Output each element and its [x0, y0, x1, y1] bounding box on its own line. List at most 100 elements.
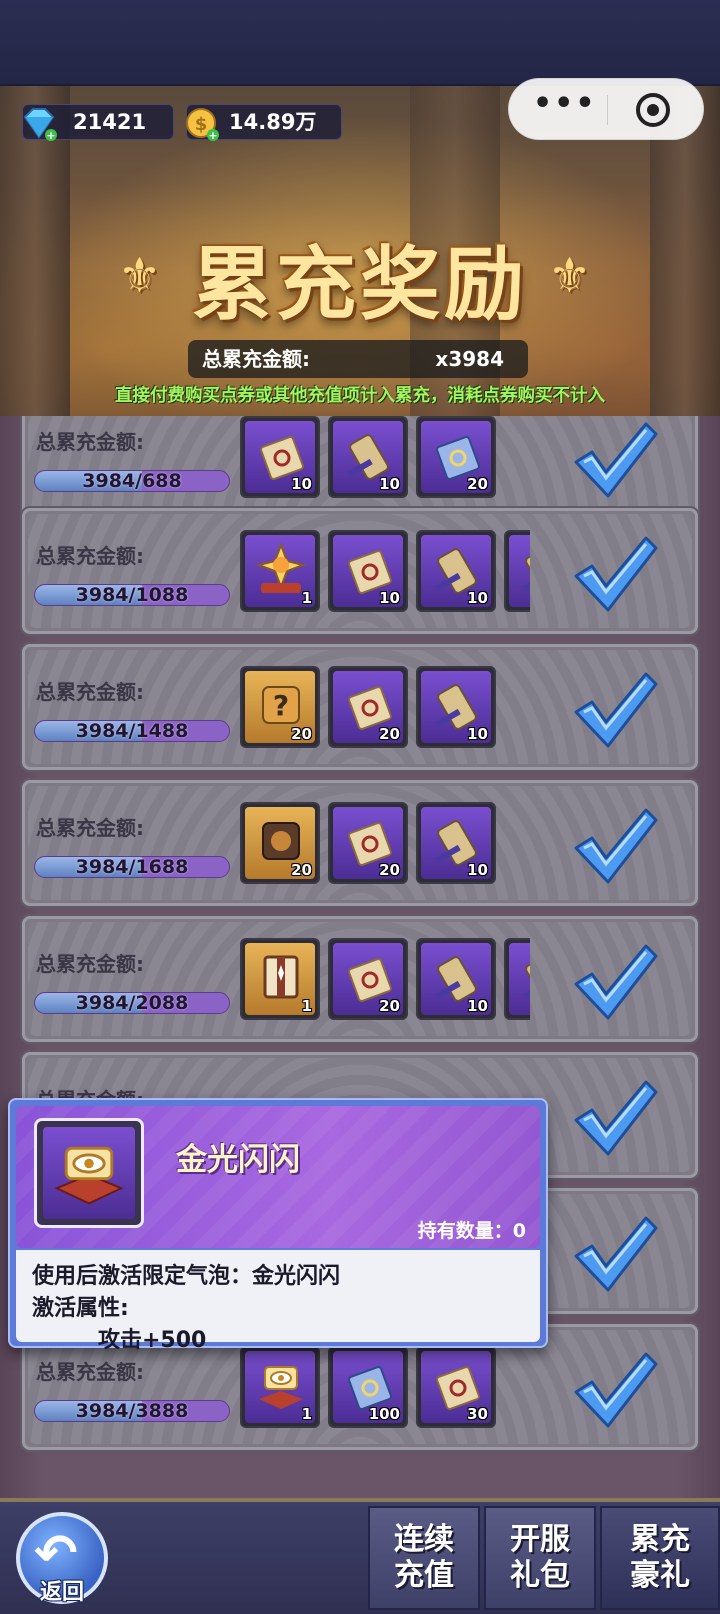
check-icon	[574, 944, 658, 1020]
reward-row: 总累充金额: 3984/1488 ? 20 20 10	[20, 642, 700, 772]
scroll-icon	[348, 958, 392, 1002]
mystery-puzzle-icon: ?	[262, 686, 300, 724]
scroll-icon	[436, 1366, 480, 1410]
reward-item[interactable]: 30	[416, 1346, 496, 1428]
row-total-label: 总累充金额:	[36, 816, 144, 840]
reward-item[interactable]: 1	[240, 530, 320, 612]
blade-scroll-icon	[435, 548, 477, 594]
row-total-label: 总累充金额:	[36, 680, 144, 704]
reward-item[interactable]: 10	[416, 938, 496, 1020]
item-count: 10	[291, 475, 312, 493]
recharge-note: 直接付费购买点券或其他充值项计入累充，消耗点券购买不计入	[115, 386, 605, 406]
tooltip-line-1: 使用后激活限定气泡：金光闪闪	[32, 1264, 341, 1289]
progress-text: 3984/2088	[75, 992, 189, 1014]
tab-cumulative-reward[interactable]: 累充 豪礼	[600, 1506, 720, 1610]
progress-bar: 3984/1688	[34, 856, 230, 878]
item-count: 10	[467, 861, 488, 879]
tooltip-description: 使用后激活限定气泡：金光闪闪 激活属性: 攻击+500	[16, 1250, 540, 1353]
item-count: 1	[301, 997, 312, 1015]
item-count: 20	[291, 861, 312, 879]
scroll-icon	[260, 436, 304, 480]
more-icon[interactable]: •••	[533, 89, 595, 125]
reward-item[interactable]: 20	[416, 416, 496, 498]
close-target-icon[interactable]	[636, 93, 670, 127]
reward-item[interactable]: 1	[240, 938, 320, 1020]
progress-text: 3984/1488	[75, 720, 189, 742]
item-count: 10	[379, 589, 400, 607]
item-count: 1	[301, 1405, 312, 1423]
scroll-icon	[348, 550, 392, 594]
reward-items: 10 10 20	[240, 416, 530, 500]
reward-item[interactable]: 20	[328, 938, 408, 1020]
progress-bar: 3984/688	[34, 470, 230, 492]
reward-item[interactable]	[504, 938, 530, 1020]
reward-item[interactable]: 10	[240, 416, 320, 498]
reward-item[interactable]: 20	[240, 802, 320, 884]
reward-item[interactable]: 10	[416, 530, 496, 612]
sun-emblem-icon	[255, 543, 307, 593]
reward-row: 总累充金额: 3984/1688 20 20 10	[20, 778, 700, 908]
eye-cushion-icon	[259, 1366, 303, 1409]
progress-bar: 3984/1088	[34, 584, 230, 606]
back-label: 返回	[39, 1580, 84, 1605]
row-total-label: 总累充金额:	[36, 952, 144, 976]
check-icon	[574, 1216, 658, 1292]
item-count: 10	[467, 725, 488, 743]
blade-scroll-icon	[435, 684, 477, 730]
reward-item[interactable]: 10	[416, 802, 496, 884]
item-count: 20	[379, 997, 400, 1015]
reward-items: 1 100 30	[240, 1346, 530, 1430]
progress-text: 3984/1088	[75, 584, 189, 606]
item-count: 10	[467, 997, 488, 1015]
blue-scroll-icon	[348, 1366, 392, 1410]
tab-continuous-recharge[interactable]: 连续 充值	[368, 1506, 480, 1610]
check-icon	[574, 808, 658, 884]
check-icon	[574, 1352, 658, 1428]
progress-bar: 3984/1488	[34, 720, 230, 742]
coin-icon: $ +	[186, 108, 219, 142]
reward-item[interactable]: 20	[328, 666, 408, 748]
scroll-icon	[348, 822, 392, 866]
total-recharge-value: x3984	[435, 347, 504, 371]
svg-text:?: ?	[273, 689, 289, 722]
reward-item[interactable]: 10	[416, 666, 496, 748]
tooltip-item-name: 金光闪闪	[176, 1142, 300, 1178]
diamond-count: 21421	[73, 110, 147, 134]
progress-bar: 3984/3888	[34, 1400, 230, 1422]
check-icon	[574, 672, 658, 748]
reward-row: 总累充金额: 3984/2088 1 20 10	[20, 914, 700, 1044]
item-count: 20	[379, 861, 400, 879]
item-count: 20	[467, 475, 488, 493]
item-count: 20	[379, 725, 400, 743]
progress-bar: 3984/2088	[34, 992, 230, 1014]
reward-items: 1 20 10	[240, 938, 530, 1022]
item-count: 10	[379, 475, 400, 493]
item-count: 100	[368, 1405, 400, 1423]
back-button[interactable]: ↶ 返回	[16, 1512, 108, 1605]
reward-item[interactable]: 20	[328, 802, 408, 884]
svg-text:+: +	[46, 129, 55, 142]
reward-item[interactable]: ? 20	[240, 666, 320, 748]
blade-scroll-icon	[347, 434, 389, 480]
top-bar	[0, 0, 720, 86]
blade-scroll-icon	[435, 820, 477, 866]
check-icon	[574, 422, 658, 498]
coin-count: 14.89万	[229, 110, 317, 134]
coin-counter[interactable]: $ + 14.89万	[186, 104, 342, 142]
tab-launch-gift[interactable]: 开服 礼包	[484, 1506, 596, 1610]
reward-row: 总累充金额: 3984/1088 1 10 10	[20, 506, 700, 636]
tooltip-item-frame	[34, 1118, 144, 1228]
reward-item[interactable]: 1	[240, 1346, 320, 1428]
progress-text: 3984/688	[82, 470, 182, 492]
progress-text: 3984/3888	[75, 1400, 189, 1422]
row-total-label: 总累充金额:	[36, 1360, 144, 1384]
reward-item[interactable]: 100	[328, 1346, 408, 1428]
reward-item[interactable]: 10	[328, 416, 408, 498]
check-icon	[574, 536, 658, 612]
progress-text: 3984/1688	[75, 856, 189, 878]
reward-item[interactable]	[504, 530, 530, 612]
tooltip-owned-count: 持有数量：0	[417, 1220, 526, 1242]
diamond-counter[interactable]: + 21421	[22, 104, 174, 142]
reward-item[interactable]: 10	[328, 530, 408, 612]
diamond-icon: +	[23, 108, 57, 142]
